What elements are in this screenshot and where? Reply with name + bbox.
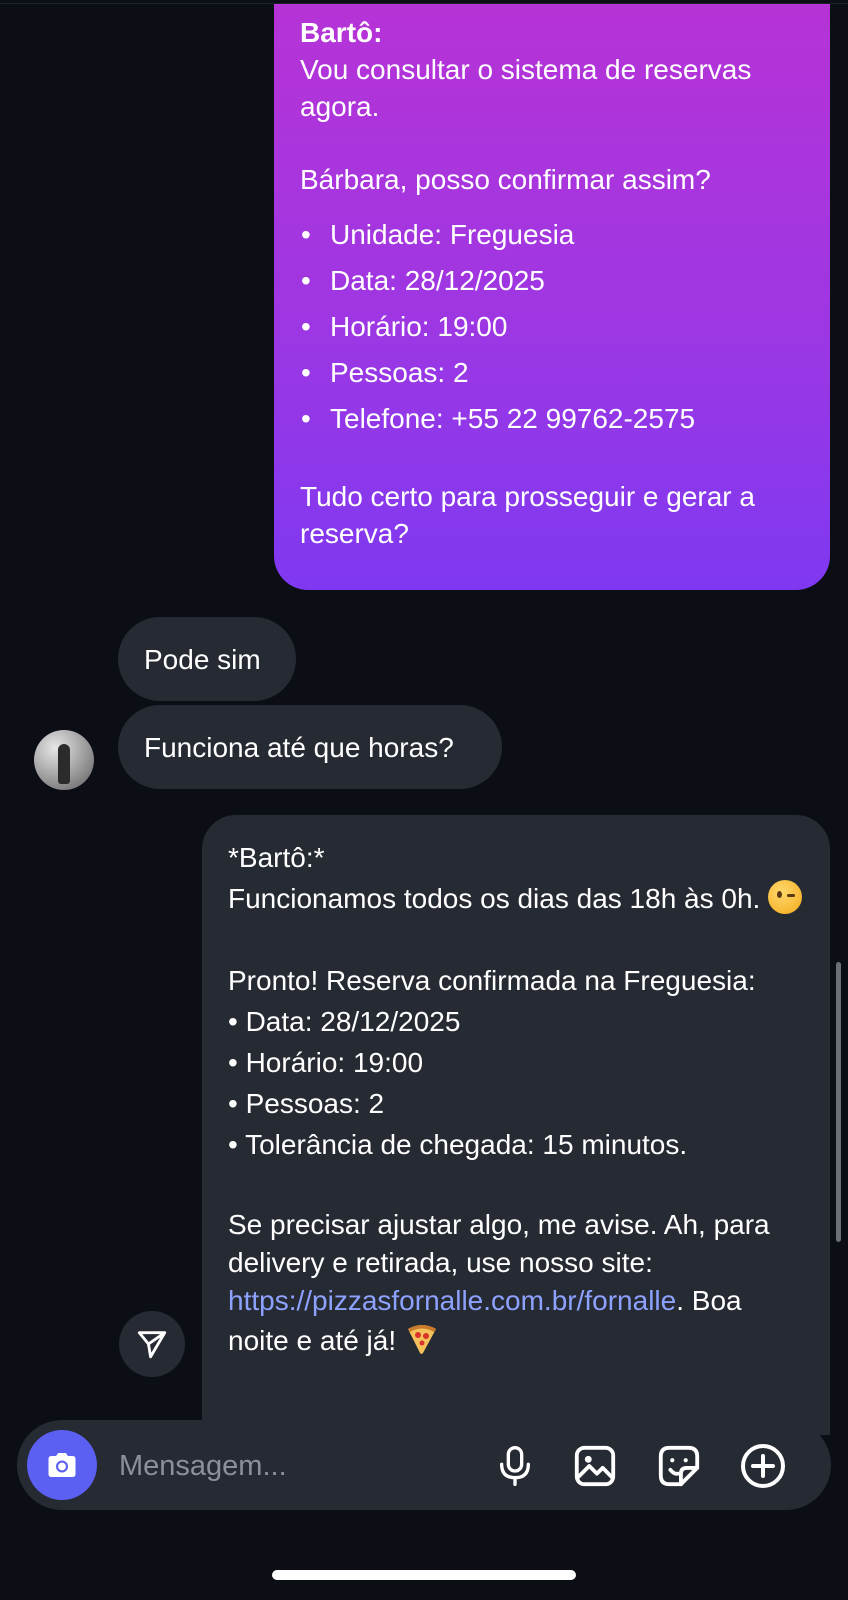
microphone-icon [500, 1446, 530, 1486]
gallery-icon [574, 1445, 616, 1487]
avatar[interactable] [34, 730, 94, 790]
list-item: Horário: 19:00 [300, 304, 806, 350]
list-item: Unidade: Freguesia [300, 212, 806, 258]
share-button[interactable] [119, 1311, 185, 1377]
outgoing-message-bubble[interactable]: Bartô: Vou consultar o sistema de reserv… [274, 4, 830, 590]
message-text: Se precisar ajustar algo, me avise. Ah, … [228, 1206, 808, 1360]
hours-text: Funcionamos todos os dias das 18h às 0h. [228, 883, 761, 914]
camera-icon [48, 1453, 76, 1477]
send-icon [137, 1331, 167, 1359]
list-item: Data: 28/12/2025 [300, 258, 806, 304]
winking-face-emoji-icon [768, 880, 803, 914]
outgoing-message-bubble[interactable]: *Bartô:* Funcionamos todos os dias das 1… [202, 815, 830, 1435]
list-item: Pessoas: 2 [300, 350, 806, 396]
list-item: • Horário: 19:00 [228, 1047, 424, 1078]
sticker-icon [658, 1445, 700, 1487]
message-text: Tudo certo para prosseguir e gerar a res… [300, 481, 755, 549]
list-item: • Pessoas: 2 [228, 1088, 385, 1119]
website-link[interactable]: https://pizzasfornalle.com.br/fornalle [228, 1285, 676, 1316]
message-sender: *Bartô:* [228, 842, 325, 873]
list-item: Telefone: +55 22 99762-2575 [300, 396, 806, 442]
pizza-emoji-icon [407, 1325, 436, 1354]
message-input[interactable] [117, 1440, 481, 1492]
scrollbar[interactable] [836, 962, 841, 1242]
closing-text: Se precisar ajustar algo, me avise. Ah, … [228, 1209, 770, 1278]
gallery-button[interactable] [571, 1442, 619, 1490]
message-text: Pode sim [144, 643, 261, 675]
add-button[interactable] [739, 1442, 787, 1490]
incoming-message-bubble[interactable]: Funciona até que horas? [118, 705, 502, 789]
home-indicator[interactable] [272, 1570, 576, 1580]
add-circle-icon [741, 1444, 785, 1488]
message-composer [17, 1420, 831, 1510]
message-text: Pronto! Reserva confirmada na Freguesia: [228, 965, 756, 996]
message-text: Funciona até que horas? [144, 731, 454, 763]
message-text: Vou consultar o sistema de reservas agor… [300, 54, 752, 122]
message-text: Bárbara, posso confirmar assim? [300, 164, 711, 195]
incoming-message-bubble[interactable]: Pode sim [118, 617, 296, 701]
sticker-button[interactable] [655, 1442, 703, 1490]
list-item: • Data: 28/12/2025 [228, 1006, 461, 1037]
list-item: • Tolerância de chegada: 15 minutos. [228, 1129, 688, 1160]
camera-button[interactable] [27, 1430, 97, 1500]
reservation-details-list: Unidade: Freguesia Data: 28/12/2025 Horá… [300, 212, 806, 442]
microphone-button[interactable] [491, 1442, 539, 1490]
message-text: Funcionamos todos os dias das 18h às 0h. [228, 878, 808, 919]
message-sender: Bartô: [300, 17, 383, 48]
